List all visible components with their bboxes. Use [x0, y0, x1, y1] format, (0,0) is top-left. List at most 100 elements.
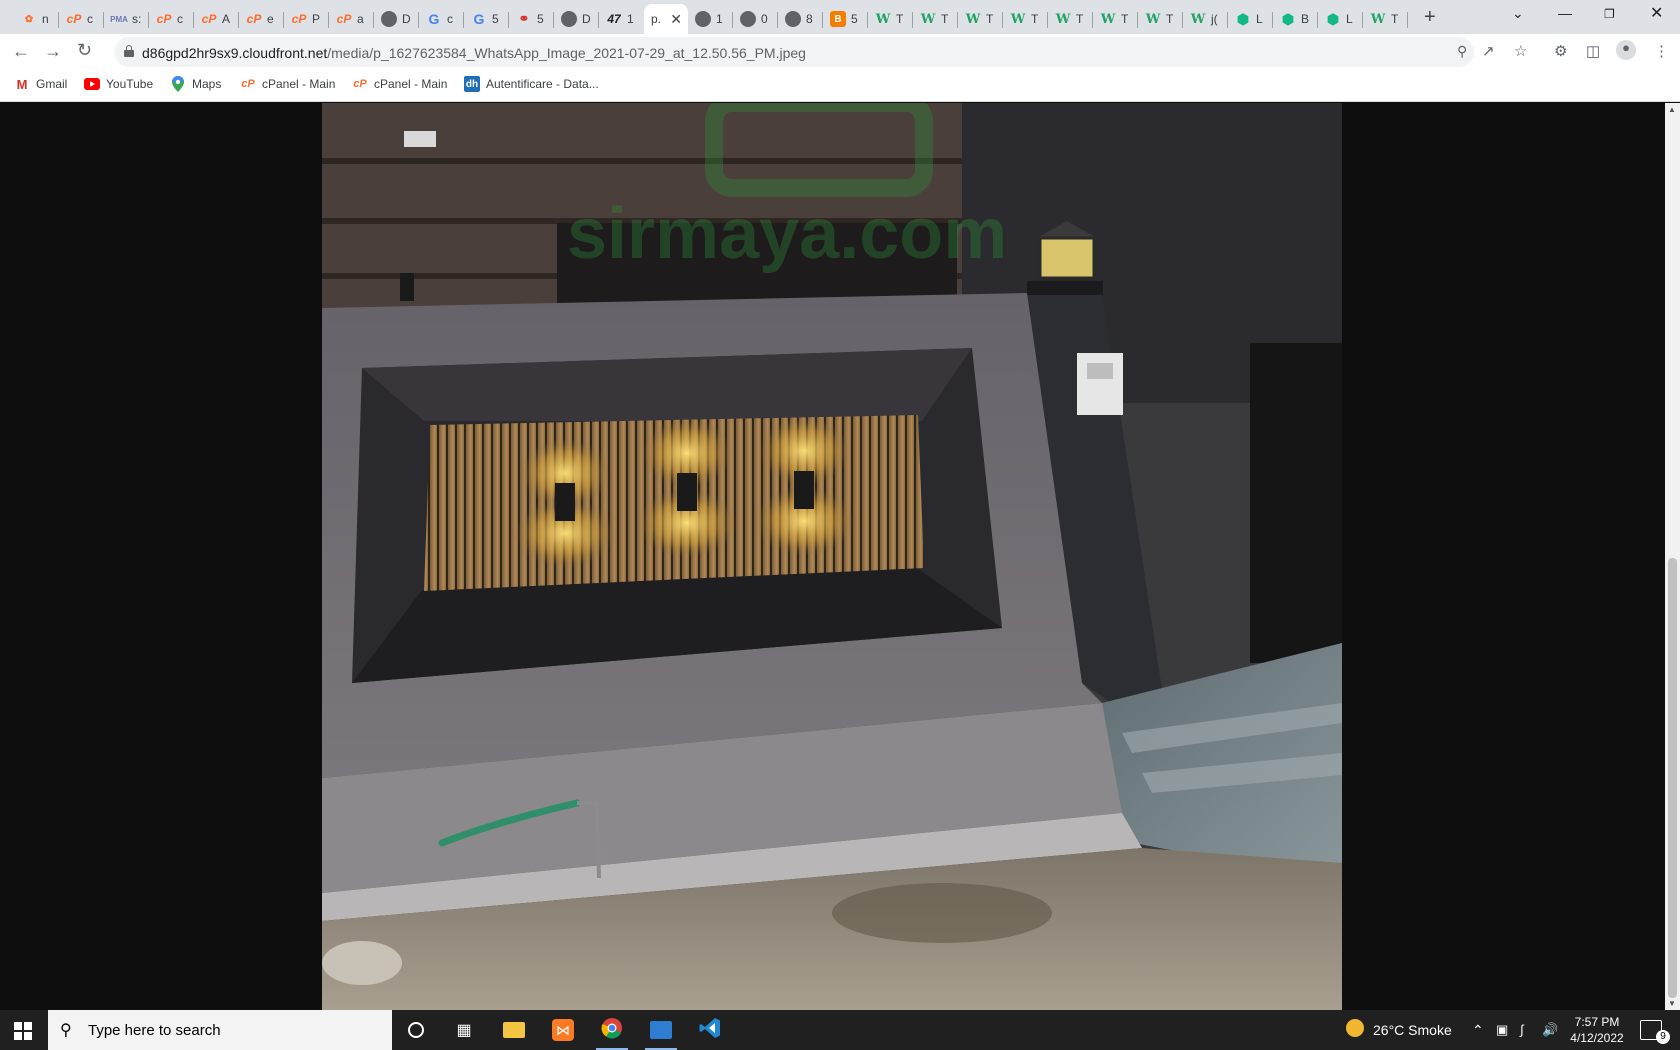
tab[interactable]: 0 [733, 4, 778, 34]
new-tab-button[interactable]: + [1424, 6, 1436, 29]
wifi-icon[interactable]: ∫ [1520, 1022, 1524, 1037]
back-button[interactable]: ← [12, 41, 30, 62]
tab[interactable]: 1 [688, 4, 733, 34]
tab[interactable]: ⬢ L [1228, 4, 1273, 34]
tab-label: P [312, 12, 321, 26]
cortana-button[interactable] [392, 1010, 440, 1050]
chrome-button[interactable] [588, 1010, 636, 1050]
close-window-button[interactable]: ✕ [1650, 3, 1663, 23]
windows-start-button[interactable] [14, 1022, 32, 1040]
share-icon[interactable]: ↗ [1482, 42, 1495, 60]
reload-button[interactable]: ↻ [77, 40, 92, 61]
bookmark-cpanel-main-2[interactable]: cP cPanel - Main [352, 76, 447, 92]
youtube-icon [84, 76, 100, 92]
forward-button[interactable]: → [44, 41, 62, 62]
tab-label: T [1031, 12, 1039, 26]
tab-label: D [402, 12, 411, 26]
search-icon: ⚲ [60, 1022, 72, 1039]
lock-icon[interactable] [124, 45, 134, 57]
bookmark-star-icon[interactable]: ☆ [1514, 42, 1527, 60]
system-clock[interactable]: 7:57 PM 4/12/2022 [1560, 1014, 1634, 1046]
tab[interactable]: D [554, 4, 599, 34]
menu-kebab-icon[interactable]: ⋮ [1654, 42, 1669, 60]
zoom-icon[interactable]: ⚲ [1457, 43, 1467, 60]
tab-label: a [357, 12, 364, 26]
cortana-circle-icon [408, 1022, 424, 1038]
tab[interactable]: WT [1138, 4, 1183, 34]
tab[interactable]: cP P [284, 4, 329, 34]
house-wall-photo: sirmaya.com [322, 103, 1342, 1010]
bookmark-youtube[interactable]: YouTube [84, 76, 153, 92]
google-icon: G [473, 11, 485, 27]
tab[interactable]: WT [1093, 4, 1138, 34]
tab[interactable]: G5 [464, 4, 509, 34]
bookmark-label: cPanel - Main [374, 77, 448, 91]
volume-icon[interactable]: 🔊 [1542, 1022, 1558, 1038]
extensions-icon[interactable]: ⚙ [1554, 42, 1567, 60]
bookmark-cpanel-main[interactable]: cP cPanel - Main [240, 76, 335, 92]
restore-button[interactable]: ❐ [1604, 7, 1615, 21]
tab[interactable]: PMA s: [104, 4, 149, 34]
bookmark-autentificare[interactable]: dh Autentificare - Data... [464, 76, 599, 92]
tab[interactable]: ⚭ 5 [509, 4, 554, 34]
w-icon: W [1055, 11, 1071, 27]
meet-now-icon[interactable]: ▣ [1496, 1022, 1508, 1038]
tab[interactable]: WT [913, 4, 958, 34]
tab[interactable]: cP c [149, 4, 194, 34]
tab[interactable]: WT [1048, 4, 1093, 34]
scrollbar-thumb[interactable] [1668, 558, 1677, 998]
cpanel-icon: cP [201, 12, 217, 26]
tab-label: c [447, 12, 453, 26]
scroll-up-arrow-icon[interactable]: ▲ [1668, 105, 1676, 114]
globe-icon [785, 11, 801, 27]
taskbar-search-box[interactable]: ⚲ Type here to search [48, 1010, 392, 1050]
cpanel-icon: cP [241, 78, 255, 90]
vscode-button[interactable] [686, 1010, 734, 1050]
tab-active[interactable]: p. ✕ [644, 4, 688, 34]
google-icon: G [428, 11, 440, 27]
tab[interactable]: 47 1 [599, 4, 644, 34]
minimize-button[interactable]: — [1558, 5, 1572, 21]
tab[interactable]: D [374, 4, 419, 34]
scroll-down-arrow-icon[interactable]: ▼ [1668, 999, 1676, 1008]
side-panel-icon[interactable]: ◫ [1586, 42, 1600, 60]
tab[interactable]: WT [1003, 4, 1048, 34]
photos-button[interactable] [637, 1010, 685, 1050]
task-view-button[interactable]: ▦ [440, 1010, 488, 1050]
tab[interactable]: WT [958, 4, 1003, 34]
tab[interactable]: cP e [239, 4, 284, 34]
tab-search-chevron-icon[interactable]: ⌄ [1512, 5, 1524, 22]
close-tab-icon[interactable]: ✕ [670, 11, 682, 28]
tab[interactable]: ⬢ B [1273, 4, 1318, 34]
tab[interactable]: ✿ n [14, 4, 59, 34]
w-icon: W [875, 11, 891, 27]
tab[interactable]: WT [1363, 4, 1408, 34]
tab[interactable]: 8 [778, 4, 823, 34]
tab-label: B [1301, 12, 1310, 26]
tab[interactable]: ⬢ L [1318, 4, 1363, 34]
tab[interactable]: Wj( [1183, 4, 1228, 34]
task-view-icon: ▦ [456, 1022, 472, 1039]
tab-label: T [986, 12, 994, 26]
tab[interactable]: cP a [329, 4, 374, 34]
tab[interactable]: cP A [194, 4, 239, 34]
tab[interactable]: cP c [59, 4, 104, 34]
vertical-scrollbar[interactable]: ▲ ▼ [1665, 103, 1680, 1010]
show-hidden-icons-chevron-icon[interactable]: ⌃ [1472, 1022, 1484, 1039]
w-icon: W [1010, 11, 1026, 27]
weather-text[interactable]: 26°C Smoke [1373, 1022, 1452, 1038]
tab[interactable]: WT [868, 4, 913, 34]
url-text[interactable]: d86gpd2hr9sx9.cloudfront.net/media/p_162… [142, 45, 806, 61]
bookmark-gmail[interactable]: M Gmail [14, 76, 68, 92]
file-explorer-button[interactable] [490, 1010, 538, 1050]
bookmark-maps[interactable]: Maps [170, 76, 221, 92]
cpanel-icon: cP [291, 12, 307, 26]
profile-avatar-icon[interactable]: ● [1616, 40, 1636, 60]
address-bar[interactable]: d86gpd2hr9sx9.cloudfront.net/media/p_162… [114, 37, 1474, 67]
weather-icon[interactable] [1346, 1019, 1364, 1037]
tab[interactable]: Gc [419, 4, 464, 34]
tab[interactable]: B5 [823, 4, 868, 34]
xampp-button[interactable]: ⋈ [539, 1010, 587, 1050]
tab-label: D [582, 12, 591, 26]
vscode-icon [699, 1017, 721, 1044]
